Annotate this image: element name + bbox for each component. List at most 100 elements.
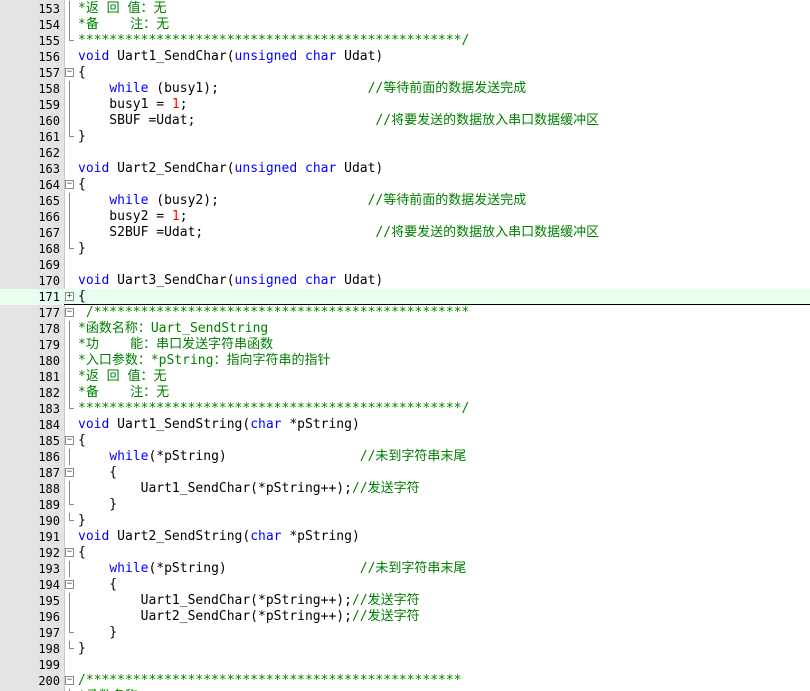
code-text[interactable]: *函数名称：Uart_SendString (78, 321, 268, 337)
code-line[interactable]: 158 while (busy1); //等待前面的数据发送完成 (0, 81, 810, 97)
code-text[interactable]: while (busy2); //等待前面的数据发送完成 (78, 193, 526, 209)
code-line[interactable]: 189 } (0, 497, 810, 513)
code-text[interactable]: void Uart1_SendChar(unsigned char Udat) (78, 49, 383, 65)
code-line[interactable]: 153 *返 回 值：无 (0, 1, 810, 17)
code-line[interactable]: 154 *备 注：无 (0, 17, 810, 33)
code-line[interactable]: 161} (0, 129, 810, 145)
code-line[interactable]: 169 (0, 257, 810, 273)
code-text[interactable]: /***************************************… (78, 673, 462, 689)
code-line[interactable]: 200−/***********************************… (0, 673, 810, 689)
code-line[interactable]: 160 SBUF =Udat; //将要发送的数据放入串口数据缓冲区 (0, 113, 810, 129)
code-line[interactable]: 177− /**********************************… (0, 305, 810, 321)
code-line[interactable]: 179 *功 能：串口发送字符串函数 (0, 337, 810, 353)
fold-guide (69, 225, 70, 241)
line-number: 158 (38, 82, 60, 96)
code-line[interactable]: 186 while(*pString) //未到字符串末尾 (0, 449, 810, 465)
code-text[interactable]: while(*pString) //未到字符串末尾 (78, 561, 466, 577)
code-text[interactable]: Uart1_SendChar(*pString++);//发送字符 (78, 481, 420, 497)
code-text[interactable]: } (78, 129, 86, 145)
code-text[interactable]: void Uart2_SendChar(unsigned char Udat) (78, 161, 383, 177)
fold-collapse-icon[interactable]: − (65, 676, 74, 685)
code-text[interactable]: *功 能：串口发送字符串函数 (78, 337, 273, 353)
code-text[interactable]: void Uart2_SendString(char *pString) (78, 529, 360, 545)
code-line[interactable]: 198} (0, 641, 810, 657)
code-line[interactable]: 196 Uart2_SendChar(*pString++);//发送字符 (0, 609, 810, 625)
code-line[interactable]: 159 busy1 = 1; (0, 97, 810, 113)
code-text[interactable]: } (78, 641, 86, 657)
code-line[interactable]: 157−{ (0, 65, 810, 81)
code-line[interactable]: 156 void Uart1_SendChar(unsigned char Uda… (0, 49, 810, 65)
code-text[interactable]: { (78, 577, 117, 593)
code-line[interactable]: 193 while(*pString) //未到字符串末尾 (0, 561, 810, 577)
code-text[interactable]: ****************************************… (78, 33, 469, 49)
fold-collapse-icon[interactable]: − (65, 548, 74, 557)
code-line[interactable]: 194− { (0, 577, 810, 593)
code-text[interactable]: *返 回 值：无 (78, 1, 166, 17)
code-line[interactable]: 168} (0, 241, 810, 257)
code-line[interactable]: 155 *************************************… (0, 33, 810, 49)
code-text[interactable]: while(*pString) //未到字符串末尾 (78, 449, 466, 465)
code-line[interactable]: 195 Uart1_SendChar(*pString++);//发送字符 (0, 593, 810, 609)
code-line[interactable]: 170 void Uart3_SendChar(unsigned char Uda… (0, 273, 810, 289)
code-line[interactable]: 192−{ (0, 545, 810, 561)
code-text[interactable]: } (78, 497, 117, 513)
code-text[interactable]: SBUF =Udat; //将要发送的数据放入串口数据缓冲区 (78, 113, 599, 129)
code-line[interactable]: 190} (0, 513, 810, 529)
code-line[interactable]: 163 void Uart2_SendChar(unsigned char Uda… (0, 161, 810, 177)
fold-collapse-icon[interactable]: − (65, 580, 74, 589)
code-text[interactable]: while (busy1); //等待前面的数据发送完成 (78, 81, 526, 97)
code-text[interactable]: } (78, 625, 117, 641)
code-line[interactable]: 164−{ (0, 177, 810, 193)
code-line[interactable]: 197 } (0, 625, 810, 641)
fold-collapse-icon[interactable]: − (65, 468, 74, 477)
code-text[interactable]: ****************************************… (78, 401, 469, 417)
code-text[interactable]: *备 注：无 (78, 17, 169, 33)
code-text[interactable]: *返 回 值：无 (78, 369, 166, 385)
code-line[interactable]: 191 void Uart2_SendString(char *pString) (0, 529, 810, 545)
fold-collapse-icon[interactable]: − (65, 308, 74, 317)
code-text[interactable]: busy1 = 1; (78, 97, 187, 113)
code-line[interactable]: 181 *返 回 值：无 (0, 369, 810, 385)
gutter-cell: 164− (0, 177, 74, 193)
code-line[interactable]: 167 S2BUF =Udat; //将要发送的数据放入串口数据缓冲区 (0, 225, 810, 241)
code-line[interactable]: 180 *入口参数：*pString：指向字符串的指针 (0, 353, 810, 369)
code-line[interactable]: 178 *函数名称：Uart_SendString (0, 321, 810, 337)
code-text[interactable]: *入口参数：*pString：指向字符串的指针 (78, 353, 330, 369)
code-line[interactable]: 183 *************************************… (0, 401, 810, 417)
code-line[interactable]: 171 + { (0, 289, 810, 305)
code-text[interactable]: { (78, 545, 86, 561)
code-line[interactable]: 187− { (0, 465, 810, 481)
code-line[interactable]: 165 while (busy2); //等待前面的数据发送完成 (0, 193, 810, 209)
code-text[interactable]: } (78, 241, 86, 257)
code-line[interactable]: 185−{ (0, 433, 810, 449)
code-text[interactable]: void Uart3_SendChar(unsigned char Udat) (78, 273, 383, 289)
code-text[interactable]: { (78, 65, 86, 81)
fold-expand-icon[interactable]: + (65, 292, 74, 301)
code-line[interactable]: 166 busy2 = 1; (0, 209, 810, 225)
gutter-cell: 184 (0, 417, 64, 433)
fold-collapse-icon[interactable]: − (65, 436, 74, 445)
code-text[interactable]: void Uart1_SendString(char *pString) (78, 417, 360, 433)
code-text[interactable]: Uart2_SendChar(*pString++);//发送字符 (78, 609, 420, 625)
fold-collapse-icon[interactable]: − (65, 68, 74, 77)
code-text[interactable]: Uart1_SendChar(*pString++);//发送字符 (78, 593, 420, 609)
keyword-token: void (78, 49, 110, 64)
code-line[interactable]: 162 (0, 145, 810, 161)
code-text[interactable]: { (78, 465, 117, 481)
code-line[interactable]: 182 *备 注：无 (0, 385, 810, 401)
plain-token: (*pString) (148, 561, 360, 576)
code-text[interactable]: } (78, 513, 86, 529)
code-text[interactable]: busy2 = 1; (78, 209, 187, 225)
code-text[interactable]: S2BUF =Udat; //将要发送的数据放入串口数据缓冲区 (78, 225, 599, 241)
code-text[interactable]: { (78, 433, 86, 449)
code-line[interactable]: 199 (0, 657, 810, 673)
code-editor[interactable]: 153 *返 回 值：无 154 *备 注：无 155 *****************… (0, 0, 810, 691)
code-text[interactable]: *备 注：无 (78, 385, 169, 401)
code-text[interactable]: /***************************************… (78, 305, 470, 321)
code-text[interactable]: { (78, 177, 86, 193)
code-text[interactable]: { (78, 289, 86, 305)
code-line[interactable]: 188 Uart1_SendChar(*pString++);//发送字符 (0, 481, 810, 497)
fold-guide (69, 193, 70, 209)
code-line[interactable]: 184 void Uart1_SendString(char *pString) (0, 417, 810, 433)
fold-collapse-icon[interactable]: − (65, 180, 74, 189)
